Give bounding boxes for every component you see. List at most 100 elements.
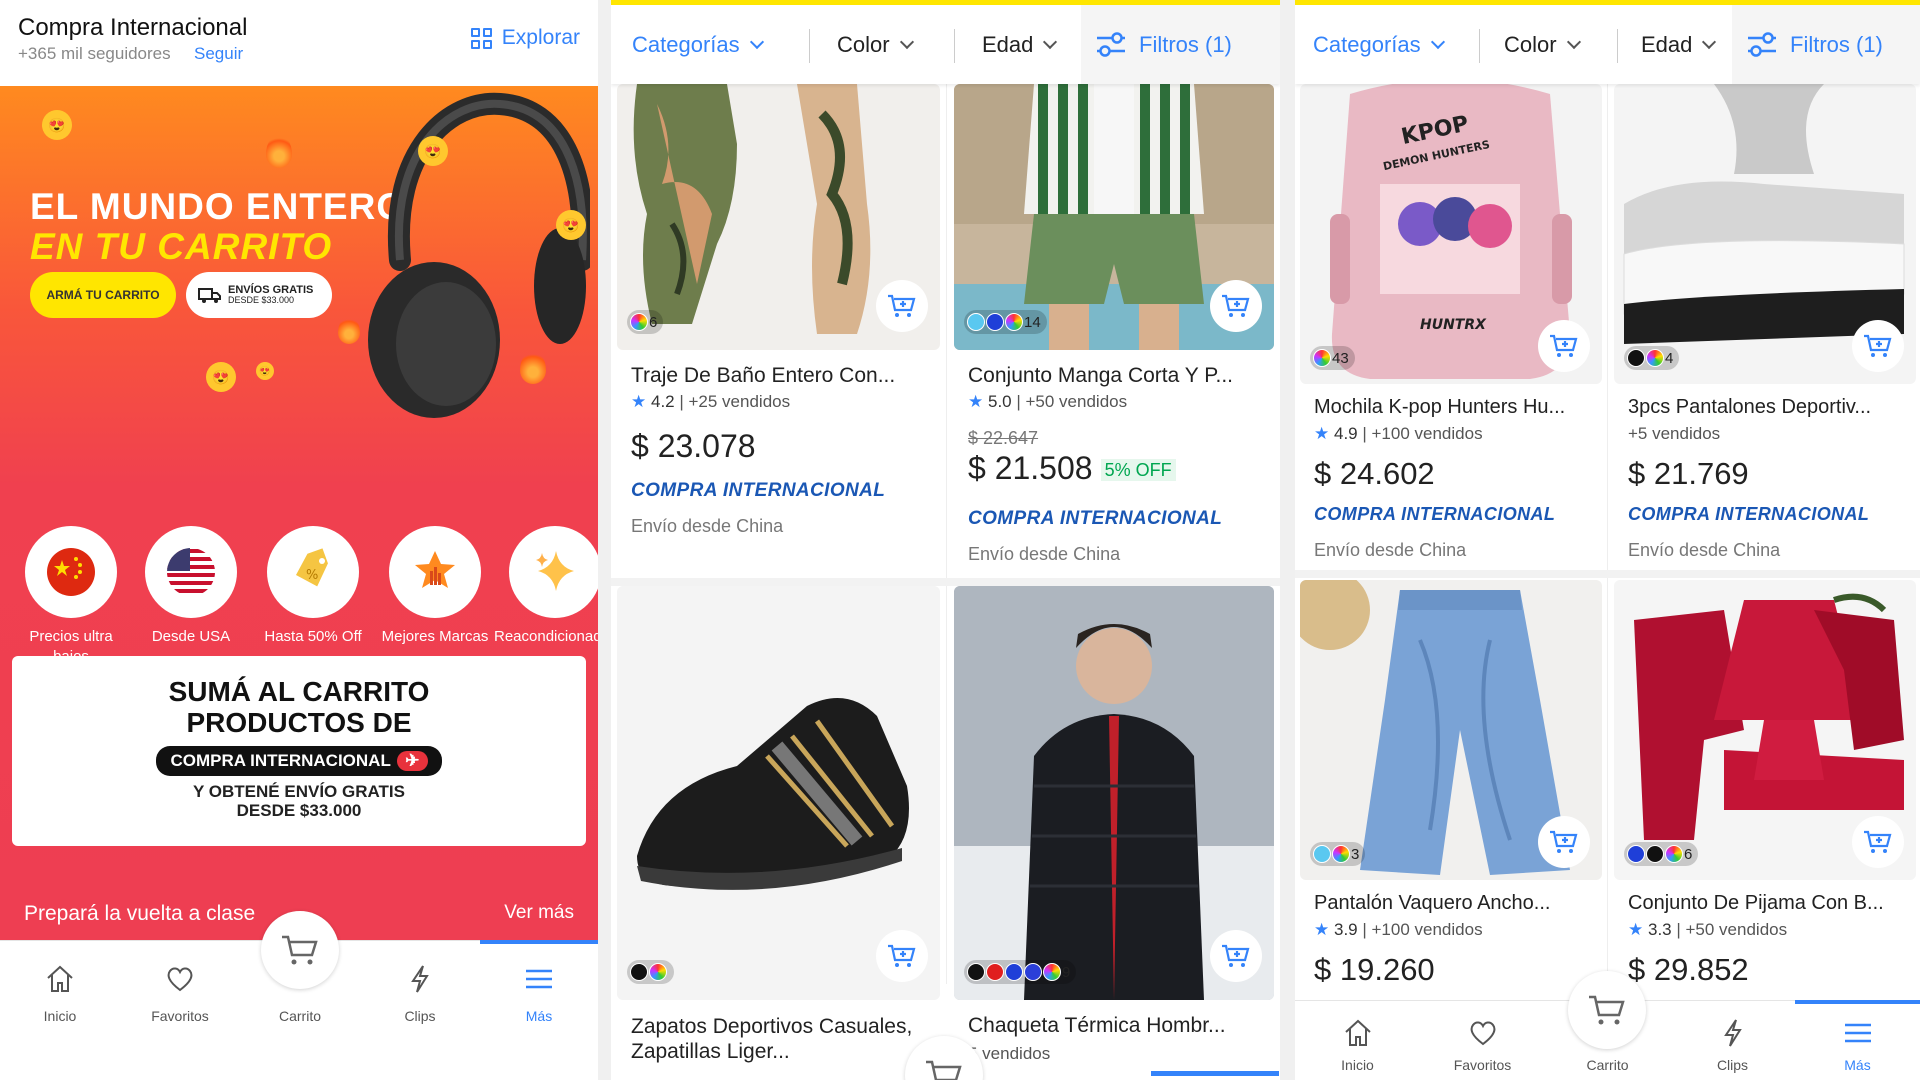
category-label: Mejores Marcas <box>381 628 489 645</box>
follow-button[interactable]: Seguir <box>194 44 243 64</box>
add-to-cart-button[interactable] <box>1538 816 1590 868</box>
seller-label: COMPRA INTERNACIONAL <box>631 480 886 501</box>
tab-mas[interactable]: Más <box>480 940 598 1052</box>
tab-inicio[interactable]: Inicio <box>1295 1001 1420 1080</box>
category-label: Hasta 50% Off <box>264 628 362 645</box>
cart-plus-icon <box>888 294 916 317</box>
build-cart-button[interactable]: ARMÁ TU CARRITO <box>30 272 176 318</box>
panel-gap <box>1280 0 1295 1080</box>
promo-card[interactable]: SUMÁ AL CARRITO PRODUCTOS DE COMPRA INTE… <box>12 656 586 846</box>
tab-indicator <box>1151 1071 1279 1076</box>
cart-plus-icon <box>1550 830 1578 853</box>
product-price: $ 19.260 <box>1314 952 1435 987</box>
product-rating: ★ 5.0 | +50 vendidos <box>968 392 1127 412</box>
seller-label: COMPRA INTERNACIONAL <box>1628 504 1870 524</box>
product-card[interactable]: 6 Traje De Baño Entero Con... ★ 4.2 | +2… <box>617 84 940 578</box>
product-title: Conjunto Manga Corta Y P... <box>968 364 1234 387</box>
plane-icon: ✈ <box>397 751 428 771</box>
add-to-cart-button[interactable] <box>1852 816 1904 868</box>
filter-label: Categorías <box>632 31 740 57</box>
product-title: Conjunto De Pijama Con B... <box>1628 892 1884 914</box>
category-descuentos[interactable]: % Hasta 50% Off <box>252 526 374 647</box>
tab-label: Inicio <box>1341 1057 1374 1073</box>
hero-banner[interactable]: EL MUNDO ENTERO EN TU CARRITO ARMÁ TU CA… <box>0 86 598 941</box>
tab-carrito[interactable]: Carrito <box>1545 971 1670 1080</box>
product-rating: ★ 3.3 | +50 vendidos <box>1628 920 1787 940</box>
sold-count: | +100 vendidos <box>1362 424 1483 443</box>
panel-gap <box>598 0 611 1080</box>
product-card[interactable]: 6 Conjunto De Pijama Con B... ★ 3.3 | +5… <box>1614 580 1916 1000</box>
tab-label: Inicio <box>43 1008 77 1024</box>
color-variants: 6 <box>627 310 664 334</box>
menu-icon <box>526 969 552 989</box>
filter-categories[interactable]: Categorías <box>632 5 764 84</box>
discount-badge: 5% OFF <box>1100 459 1176 482</box>
product-card[interactable]: KPOP DEMON HUNTERS HUNTRX 43 Mochila K-pop… <box>1300 84 1602 570</box>
flame-icon <box>338 316 360 344</box>
filter-color[interactable]: Color <box>1504 5 1581 84</box>
product-card[interactable]: Zapatos Deportivos Casuales, Zapatillas … <box>617 586 940 1080</box>
explore-button[interactable]: Explorar <box>470 26 580 50</box>
rating-value: 3.9 <box>1333 920 1358 939</box>
category-usa[interactable]: Desde USA <box>130 526 252 647</box>
product-card[interactable]: 9 Chaqueta Térmica Hombr... 5 vendidos <box>954 586 1274 1080</box>
product-rating: +5 vendidos <box>1628 424 1720 444</box>
product-card[interactable]: 4 3pcs Pantalones Deportiv... +5 vendido… <box>1614 84 1916 570</box>
product-price: $ 29.852 <box>1628 952 1749 987</box>
tab-favoritos[interactable]: Favoritos <box>120 941 240 1052</box>
product-card[interactable]: 3 Pantalón Vaquero Ancho... ★ 3.9 | +100… <box>1300 580 1602 1000</box>
rating-value: 4.2 <box>650 392 675 411</box>
add-to-cart-button[interactable] <box>1538 320 1590 372</box>
heart-icon <box>1470 1021 1495 1046</box>
category-marcas[interactable]: Mejores Marcas <box>374 526 496 647</box>
filter-age[interactable]: Edad <box>1641 5 1717 84</box>
chevron-down-icon <box>899 34 914 50</box>
bottom-tab-bar: Inicio Favoritos Carrito Clips Más <box>1295 971 1920 1080</box>
category-reacondicionados[interactable]: Reacondicionados <box>494 526 598 647</box>
cart-plus-icon <box>1864 334 1892 357</box>
shipping-origin: Envío desde China <box>631 516 784 536</box>
category-label: Reacondicionados <box>494 628 598 645</box>
category-precios[interactable]: Precios ultra bajos <box>10 526 132 666</box>
filter-age[interactable]: Edad <box>982 5 1058 84</box>
color-variants: 43 <box>1310 346 1355 370</box>
variant-count: 6 <box>649 313 658 331</box>
category-shortcuts: Precios ultra bajos Desde USA % Hasta 50… <box>0 526 598 666</box>
product-price: $ 24.602 <box>1314 456 1435 491</box>
headphones-image <box>368 92 590 418</box>
price-value: $ 21.508 <box>968 450 1093 486</box>
store-panel: Compra Internacional +365 mil seguidores… <box>0 0 598 1080</box>
product-price: $ 21.769 <box>1628 456 1749 491</box>
add-to-cart-button[interactable] <box>1210 280 1262 332</box>
tab-inicio[interactable]: Inicio <box>0 941 120 1052</box>
tab-clips[interactable]: Clips <box>360 941 480 1052</box>
filter-categories[interactable]: Categorías <box>1313 5 1445 84</box>
tab-carrito[interactable]: Carrito <box>240 911 360 1052</box>
rating-value: 4.9 <box>1333 424 1358 443</box>
add-to-cart-button[interactable] <box>876 280 928 332</box>
add-to-cart-button[interactable] <box>1210 930 1262 982</box>
star-icon: ★ <box>1314 920 1330 939</box>
tab-clips[interactable]: Clips <box>1670 1001 1795 1080</box>
variant-count: 14 <box>1024 313 1041 331</box>
tab-mas[interactable]: Más <box>1795 1000 1920 1080</box>
seller-label: COMPRA INTERNACIONAL <box>968 508 1223 529</box>
filters-button[interactable]: Filtros (1) <box>1081 5 1280 84</box>
seller-label: COMPRA INTERNACIONAL <box>1314 504 1556 524</box>
filters-button[interactable]: Filtros (1) <box>1732 5 1920 84</box>
filter-color[interactable]: Color <box>837 5 914 84</box>
china-flag-icon <box>25 526 117 618</box>
add-to-cart-button[interactable] <box>876 930 928 982</box>
see-more-link[interactable]: Ver más <box>504 902 574 924</box>
add-to-cart-button[interactable] <box>1852 320 1904 372</box>
chevron-down-icon <box>749 34 764 50</box>
emoji-icon: 😍 <box>556 210 586 240</box>
product-rating: ★ 4.9 | +100 vendidos <box>1314 424 1483 444</box>
flame-icon <box>520 350 546 384</box>
product-rating: ★ 3.9 | +100 vendidos <box>1314 920 1483 940</box>
divider <box>611 578 1280 586</box>
product-card[interactable]: 14 Conjunto Manga Corta Y P... ★ 5.0 | +… <box>954 84 1274 578</box>
tab-favoritos[interactable]: Favoritos <box>1420 1001 1545 1080</box>
menu-icon <box>1844 1023 1871 1043</box>
product-rating: ★ 4.2 | +25 vendidos <box>631 392 790 412</box>
